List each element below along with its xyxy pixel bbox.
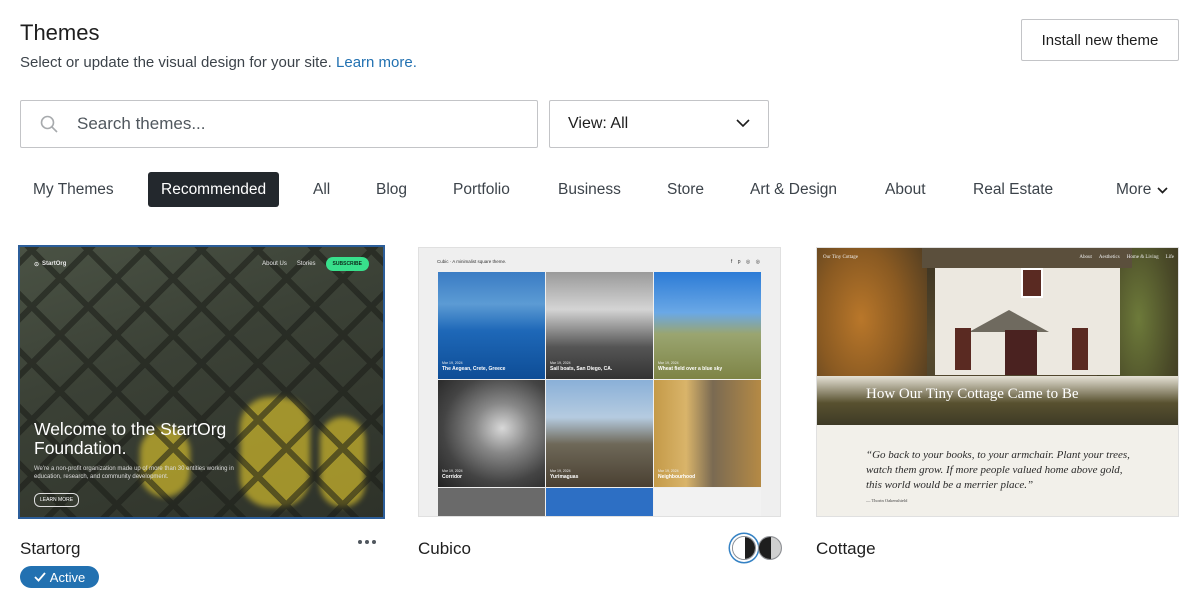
- preview-post-title: How Our Tiny Cottage Came to Be: [866, 386, 1079, 402]
- grid-tile: Mar 19, 2024 Neighbourhood: [654, 380, 761, 487]
- grid-tile: Mar 19, 2024 Wheat field over a blue sky: [654, 272, 761, 379]
- search-input[interactable]: [77, 114, 497, 134]
- style-variation-swatch[interactable]: [732, 536, 756, 560]
- tab-blog[interactable]: Blog: [363, 172, 420, 207]
- preview-body: We're a non-profit organization made up …: [34, 466, 234, 480]
- social-icons: f p ◎ ◎: [730, 259, 762, 265]
- tab-more[interactable]: More: [1103, 172, 1181, 207]
- chevron-down-icon: [1157, 181, 1168, 199]
- view-filter-select[interactable]: View: All: [549, 100, 769, 148]
- grid-tile: [654, 488, 761, 516]
- grid-tile: [546, 488, 653, 516]
- tab-store[interactable]: Store: [654, 172, 717, 207]
- tab-business[interactable]: Business: [545, 172, 634, 207]
- chevron-down-icon: [736, 115, 750, 133]
- tab-portfolio[interactable]: Portfolio: [440, 172, 523, 207]
- subtitle-text: Select or update the visual design for y…: [20, 54, 332, 71]
- photo-grid: Mar 19, 2024 The Aegean, Crete, Greece M…: [438, 272, 762, 516]
- theme-name[interactable]: Cottage: [816, 539, 876, 559]
- preview-quote: “Go back to your books, to your armchair…: [866, 449, 1130, 491]
- checkmark-icon: [34, 570, 46, 585]
- install-new-theme-button[interactable]: Install new theme: [1021, 19, 1179, 61]
- tab-more-label: More: [1116, 180, 1152, 198]
- grid-tile: Mar 19, 2024 Sail boats, San Diego, CA.: [546, 272, 653, 379]
- preview-nav: ⊙ StartOrg About Us Stories SUBSCRIBE: [34, 257, 369, 271]
- search-box[interactable]: [20, 100, 538, 148]
- tab-art-design[interactable]: Art & Design: [737, 172, 850, 207]
- theme-preview-cubico[interactable]: Cubic · A minimalist square theme. f p ◎…: [418, 247, 781, 517]
- cottage-photo: Our Tiny Cottage About Aesthetics Home &…: [817, 248, 1178, 425]
- tab-recommended[interactable]: Recommended: [148, 172, 280, 207]
- theme-preview-cottage[interactable]: Our Tiny Cottage About Aesthetics Home &…: [816, 247, 1179, 517]
- grid-tile: Mar 19, 2024 Corridor: [438, 380, 545, 487]
- logo-icon: ⊙: [34, 261, 40, 268]
- style-variation-swatch[interactable]: [758, 536, 782, 560]
- grid-tile: Mar 19, 2024 Yurimaguas: [546, 380, 653, 487]
- theme-name[interactable]: Cubico: [418, 539, 471, 559]
- tab-about[interactable]: About: [872, 172, 939, 207]
- grid-tile: Mar 19, 2024 The Aegean, Crete, Greece: [438, 272, 545, 379]
- search-icon: [21, 114, 77, 134]
- tab-all[interactable]: All: [300, 172, 343, 207]
- view-filter-label: View: All: [568, 115, 629, 132]
- tab-real-estate[interactable]: Real Estate: [960, 172, 1066, 207]
- theme-name[interactable]: Startorg: [20, 539, 80, 559]
- preview-button: LEARN MORE: [34, 493, 80, 507]
- theme-preview-startorg[interactable]: ⊙ StartOrg About Us Stories SUBSCRIBE Wel…: [18, 245, 385, 519]
- grid-tile: [438, 488, 545, 516]
- more-options-icon[interactable]: [358, 540, 376, 544]
- learn-more-link[interactable]: Learn more.: [336, 54, 417, 71]
- page-subtitle: Select or update the visual design for y…: [20, 54, 417, 71]
- page-title: Themes: [20, 20, 100, 45]
- category-tabs: My Themes Recommended All Blog Portfolio…: [20, 172, 1180, 208]
- preview-heading: Welcome to the StartOrg Foundation.: [34, 419, 227, 458]
- tab-my-themes[interactable]: My Themes: [20, 172, 127, 207]
- preview-quote-author: — Thorin Oakenshield: [866, 498, 908, 503]
- active-badge: Active: [20, 566, 99, 588]
